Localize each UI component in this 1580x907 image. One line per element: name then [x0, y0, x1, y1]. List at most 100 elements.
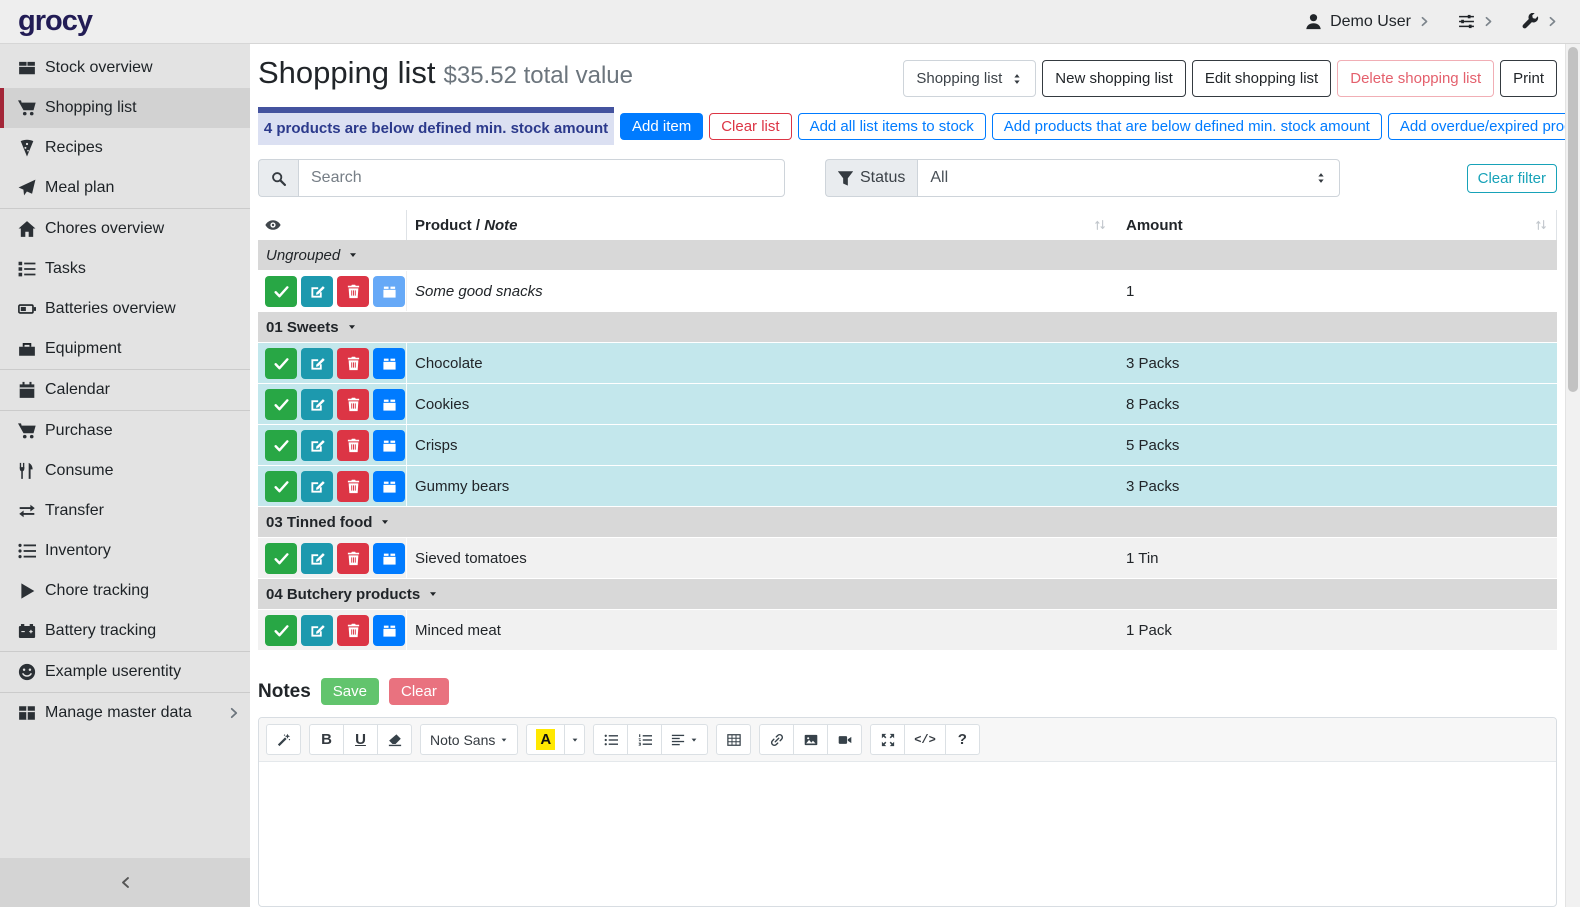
insert-table-button[interactable]	[716, 724, 751, 755]
add-to-stock-button[interactable]	[373, 276, 405, 307]
delete-item-button[interactable]	[337, 276, 369, 307]
status-select[interactable]: All	[917, 159, 1340, 197]
fullscreen-button[interactable]	[870, 724, 905, 755]
table-row: Gummy bears 3 Packs	[258, 466, 1557, 507]
new-shopping-list-button[interactable]: New shopping list	[1042, 60, 1186, 97]
sidebar-item-batteries-overview[interactable]: Batteries overview	[0, 289, 250, 329]
delete-item-button[interactable]	[337, 471, 369, 502]
add-to-stock-button[interactable]	[373, 348, 405, 379]
top-bar: grocy Demo User	[0, 0, 1580, 44]
insert-image-button[interactable]	[793, 724, 828, 755]
sidebar-item-meal-plan[interactable]: Meal plan	[0, 168, 250, 208]
sidebar-item-manage-master-data[interactable]: Manage master data	[0, 693, 250, 733]
mark-done-button[interactable]	[265, 276, 297, 307]
sidebar-item-inventory[interactable]: Inventory	[0, 531, 250, 571]
clear-list-button[interactable]: Clear list	[709, 113, 791, 140]
header-amount-column[interactable]: Amount	[1119, 210, 1557, 240]
edit-item-button[interactable]	[301, 430, 333, 461]
edit-item-button[interactable]	[301, 389, 333, 420]
help-button[interactable]: ?	[945, 724, 980, 755]
insert-link-button[interactable]	[759, 724, 794, 755]
search-input[interactable]	[298, 159, 785, 197]
delete-item-button[interactable]	[337, 615, 369, 646]
unordered-list-button[interactable]	[593, 724, 628, 755]
add-to-stock-button[interactable]	[373, 471, 405, 502]
edit-item-button[interactable]	[301, 543, 333, 574]
add-all-to-stock-button[interactable]: Add all list items to stock	[798, 113, 986, 140]
user-menu[interactable]: Demo User	[1305, 13, 1430, 31]
notes-editor-area[interactable]	[259, 762, 1556, 906]
grocy-logo[interactable]: grocy	[18, 5, 92, 38]
edit-item-button[interactable]	[301, 348, 333, 379]
sidebar-item-example-userentity[interactable]: Example userentity	[0, 652, 250, 692]
sidebar-item-battery-tracking[interactable]: Battery tracking	[0, 611, 250, 651]
table-row: Crisps 5 Packs	[258, 425, 1557, 466]
check-icon	[274, 397, 289, 412]
clear-filter-button[interactable]: Clear filter	[1467, 164, 1557, 193]
settings-menu[interactable]	[1458, 13, 1494, 30]
add-overdue-button[interactable]: Add overdue/expired products	[1388, 113, 1580, 140]
ordered-list-button[interactable]	[627, 724, 662, 755]
mark-done-button[interactable]	[265, 389, 297, 420]
caret-down-icon	[347, 322, 357, 332]
delete-item-button[interactable]	[337, 348, 369, 379]
sidebar-item-stock-overview[interactable]: Stock overview	[0, 48, 250, 88]
delete-item-button[interactable]	[337, 430, 369, 461]
add-below-min-stock-button[interactable]: Add products that are below defined min.…	[992, 113, 1382, 140]
magic-style-button[interactable]	[266, 724, 301, 755]
group-header-butchery[interactable]: 04 Butchery products	[258, 579, 1557, 610]
status-label: Status	[825, 159, 917, 197]
add-to-stock-button[interactable]	[373, 430, 405, 461]
edit-shopping-list-button[interactable]: Edit shopping list	[1192, 60, 1331, 97]
sidebar-item-tasks[interactable]: Tasks	[0, 249, 250, 289]
sidebar-collapse-button[interactable]	[0, 858, 250, 907]
insert-video-button[interactable]	[827, 724, 862, 755]
paragraph-align-button[interactable]	[661, 724, 708, 755]
notes-clear-button[interactable]: Clear	[389, 678, 449, 705]
scrollbar-thumb[interactable]	[1568, 47, 1578, 392]
edit-item-button[interactable]	[301, 276, 333, 307]
code-view-button[interactable]: </>	[904, 724, 946, 755]
sidebar-item-recipes[interactable]: Recipes	[0, 128, 250, 168]
sidebar-item-chore-tracking[interactable]: Chore tracking	[0, 571, 250, 611]
header-visibility-column[interactable]	[258, 210, 406, 240]
sidebar-item-calendar[interactable]: Calendar	[0, 370, 250, 410]
mark-done-button[interactable]	[265, 615, 297, 646]
mark-done-button[interactable]	[265, 348, 297, 379]
sidebar-item-chores-overview[interactable]: Chores overview	[0, 209, 250, 249]
remove-style-button[interactable]	[377, 724, 412, 755]
edit-item-button[interactable]	[301, 471, 333, 502]
underline-button[interactable]: U	[343, 724, 378, 755]
eye-icon	[265, 217, 281, 233]
notes-save-button[interactable]: Save	[321, 678, 379, 705]
group-header-ungrouped[interactable]: Ungrouped	[258, 240, 1557, 271]
car-battery-icon	[18, 622, 36, 640]
print-button[interactable]: Print	[1500, 60, 1557, 97]
group-header-sweets[interactable]: 01 Sweets	[258, 312, 1557, 343]
admin-menu[interactable]	[1522, 13, 1558, 30]
delete-item-button[interactable]	[337, 389, 369, 420]
sidebar-item-purchase[interactable]: Purchase	[0, 411, 250, 451]
bold-button[interactable]: B	[309, 724, 344, 755]
shopping-list-select[interactable]: Shopping list	[903, 60, 1036, 97]
delete-item-button[interactable]	[337, 543, 369, 574]
mark-done-button[interactable]	[265, 543, 297, 574]
add-to-stock-button[interactable]	[373, 389, 405, 420]
add-item-button[interactable]: Add item	[620, 113, 703, 140]
add-to-stock-button[interactable]	[373, 615, 405, 646]
sidebar-item-consume[interactable]: Consume	[0, 451, 250, 491]
list-actions: Shopping list New shopping list Edit sho…	[903, 60, 1557, 97]
edit-item-button[interactable]	[301, 615, 333, 646]
sidebar-item-transfer[interactable]: Transfer	[0, 491, 250, 531]
sidebar-item-shopping-list[interactable]: Shopping list	[0, 88, 250, 128]
font-color-button[interactable]: A	[526, 724, 565, 755]
group-header-tinned-food[interactable]: 03 Tinned food	[258, 507, 1557, 538]
sidebar-item-equipment[interactable]: Equipment	[0, 329, 250, 369]
add-to-stock-button[interactable]	[373, 543, 405, 574]
delete-shopping-list-button[interactable]: Delete shopping list	[1337, 60, 1494, 97]
font-color-dropdown-button[interactable]	[564, 724, 585, 755]
header-product-column[interactable]: Product / Note	[406, 210, 1119, 240]
mark-done-button[interactable]	[265, 471, 297, 502]
mark-done-button[interactable]	[265, 430, 297, 461]
font-family-button[interactable]: Noto Sans	[420, 724, 518, 755]
